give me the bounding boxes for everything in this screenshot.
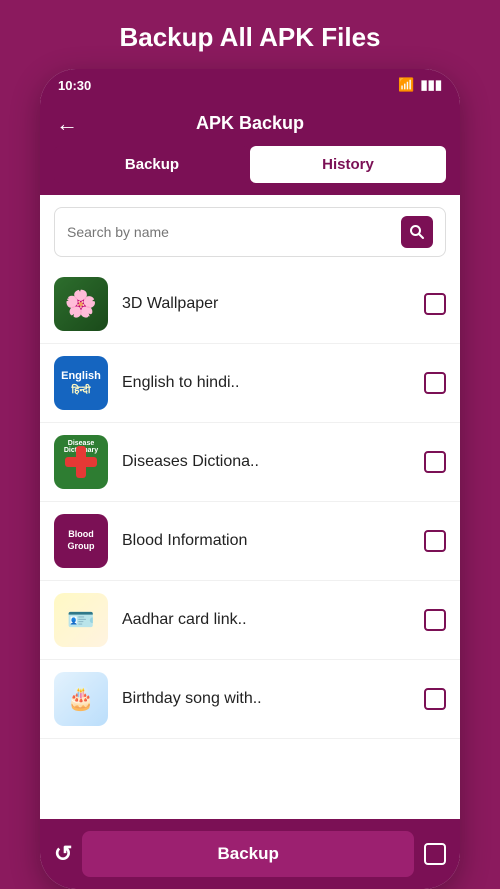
page-title: Backup All APK Files <box>99 0 400 69</box>
refresh-button[interactable]: ↺ <box>54 841 72 867</box>
app-header: ← APK Backup <box>40 101 460 146</box>
search-icon <box>409 224 425 240</box>
tabs-container: Backup History <box>40 146 460 195</box>
content-area: 🌸 3D Wallpaper English हिन्दी English to… <box>40 195 460 819</box>
list-item: 🌸 3D Wallpaper <box>40 265 460 344</box>
backup-button[interactable]: Backup <box>82 831 414 877</box>
status-time: 10:30 <box>58 78 91 93</box>
checkbox-aadhar[interactable] <box>424 609 446 631</box>
app-icon-birthday: 🎂 <box>54 672 108 726</box>
status-icons: 📶 ▮▮▮ <box>398 77 442 93</box>
app-name-aadhar: Aadhar card link.. <box>122 611 424 629</box>
list-item: 🪪 Aadhar card link.. <box>40 581 460 660</box>
app-icon-wallpaper: 🌸 <box>54 277 108 331</box>
list-item: BloodGroup Blood Information <box>40 502 460 581</box>
checkbox-wallpaper[interactable] <box>424 293 446 315</box>
checkbox-blood[interactable] <box>424 530 446 552</box>
tab-history[interactable]: History <box>250 146 446 183</box>
app-icon-blood: BloodGroup <box>54 514 108 568</box>
app-name-wallpaper: 3D Wallpaper <box>122 295 424 313</box>
app-icon-aadhar: 🪪 <box>54 593 108 647</box>
app-name-birthday: Birthday song with.. <box>122 690 424 708</box>
list-item: English हिन्दी English to hindi.. <box>40 344 460 423</box>
footer-bar: ↺ Backup <box>40 819 460 889</box>
search-input[interactable] <box>67 224 401 240</box>
app-name-english: English to hindi.. <box>122 374 424 392</box>
list-item: 🎂 Birthday song with.. <box>40 660 460 739</box>
tab-backup[interactable]: Backup <box>54 146 250 183</box>
battery-icon: ▮▮▮ <box>421 77 442 93</box>
phone-frame: 10:30 📶 ▮▮▮ ← APK Backup Backup History <box>40 69 460 889</box>
search-bar <box>54 207 446 257</box>
app-header-title: APK Backup <box>196 113 304 134</box>
footer-checkbox[interactable] <box>424 843 446 865</box>
search-button[interactable] <box>401 216 433 248</box>
app-list: 🌸 3D Wallpaper English हिन्दी English to… <box>40 265 460 819</box>
back-button[interactable]: ← <box>56 111 78 137</box>
wifi-icon: 📶 <box>398 77 414 93</box>
checkbox-birthday[interactable] <box>424 688 446 710</box>
status-bar: 10:30 📶 ▮▮▮ <box>40 69 460 101</box>
app-icon-english: English हिन्दी <box>54 356 108 410</box>
app-name-disease: Diseases Dictiona.. <box>122 453 424 471</box>
app-icon-disease: DiseaseDictionary <box>54 435 108 489</box>
checkbox-english[interactable] <box>424 372 446 394</box>
list-item: DiseaseDictionary Diseases Dictiona.. <box>40 423 460 502</box>
checkbox-disease[interactable] <box>424 451 446 473</box>
app-name-blood: Blood Information <box>122 532 424 550</box>
